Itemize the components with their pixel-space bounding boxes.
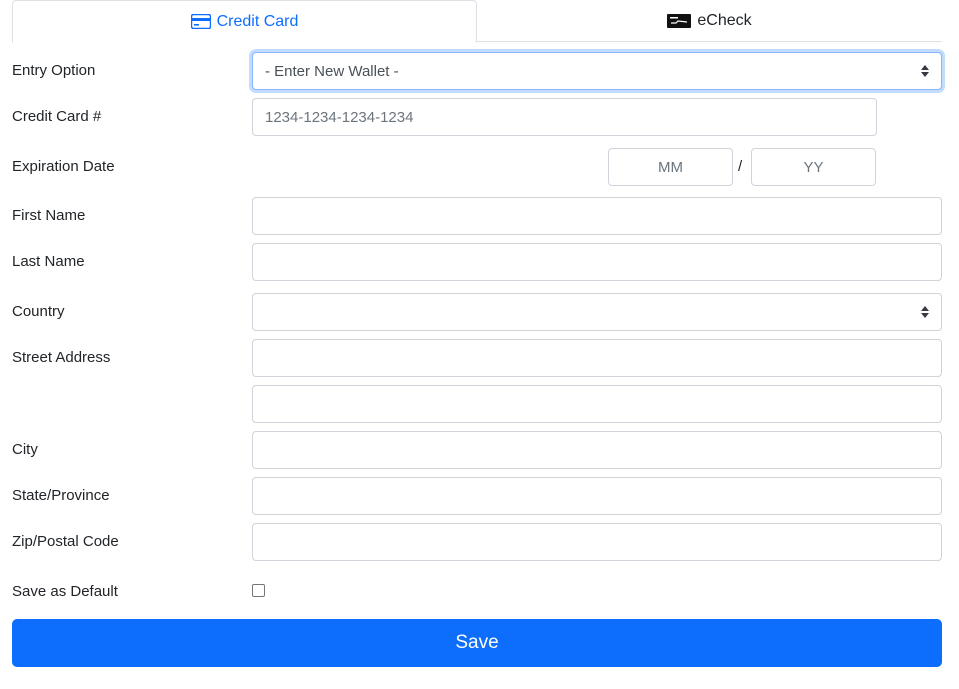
country-label: Country bbox=[12, 303, 65, 320]
first-name-input[interactable] bbox=[252, 197, 942, 235]
expiration-date-label: Expiration Date bbox=[12, 158, 115, 175]
street-address-line2-input[interactable] bbox=[252, 385, 942, 423]
credit-card-placeholder: 1234-1234-1234-1234 bbox=[265, 108, 414, 126]
street-address-line1-input[interactable] bbox=[252, 339, 942, 377]
country-select[interactable] bbox=[252, 293, 942, 331]
zip-postal-code-label: Zip/Postal Code bbox=[12, 533, 119, 550]
last-name-input[interactable] bbox=[252, 243, 942, 281]
save-default-checkbox[interactable] bbox=[252, 584, 265, 597]
state-province-label: State/Province bbox=[12, 487, 110, 504]
save-button[interactable]: Save bbox=[12, 619, 942, 667]
entry-option-value: - Enter New Wallet - bbox=[265, 62, 399, 80]
state-province-input[interactable] bbox=[252, 477, 942, 515]
tab-credit-card-label: Credit Card bbox=[216, 12, 299, 30]
expiration-year-placeholder: YY bbox=[803, 158, 824, 176]
entry-option-select[interactable]: - Enter New Wallet - bbox=[252, 52, 942, 90]
tab-echeck-label: eCheck bbox=[697, 12, 752, 29]
zip-postal-code-input[interactable] bbox=[252, 523, 942, 561]
street-address-label: Street Address bbox=[12, 349, 111, 366]
select-caret-icon bbox=[921, 65, 929, 77]
city-input[interactable] bbox=[252, 431, 942, 469]
credit-card-icon bbox=[190, 14, 211, 29]
first-name-label: First Name bbox=[12, 207, 86, 224]
check-icon bbox=[667, 14, 692, 28]
city-label: City bbox=[12, 441, 38, 458]
expiration-month-input[interactable]: MM bbox=[608, 148, 733, 186]
tab-echeck[interactable]: eCheck bbox=[477, 0, 942, 42]
expiration-year-input[interactable]: YY bbox=[751, 148, 876, 186]
tab-credit-card[interactable]: Credit Card bbox=[12, 0, 477, 43]
payment-tabs: Credit Card eCheck bbox=[12, 0, 942, 43]
credit-card-input[interactable]: 1234-1234-1234-1234 bbox=[252, 98, 877, 136]
credit-card-label: Credit Card # bbox=[12, 108, 102, 125]
save-default-label: Save as Default bbox=[12, 583, 118, 600]
expiration-month-placeholder: MM bbox=[658, 158, 683, 176]
expiration-separator: / bbox=[738, 158, 743, 175]
last-name-label: Last Name bbox=[12, 253, 85, 270]
entry-option-label: Entry Option bbox=[12, 62, 96, 79]
select-caret-icon bbox=[921, 306, 929, 318]
